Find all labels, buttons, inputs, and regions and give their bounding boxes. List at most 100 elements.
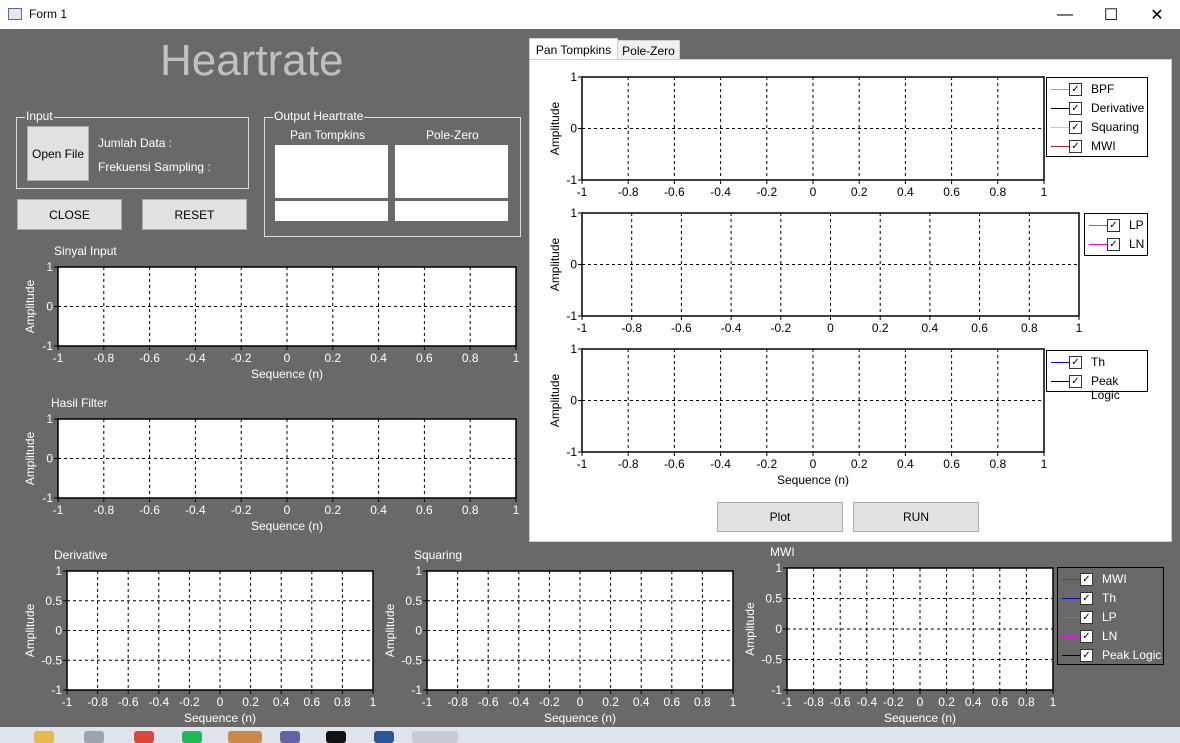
legend-checkbox[interactable]: ✓ [1069,102,1082,115]
legend-checkbox[interactable]: ✓ [1080,592,1093,605]
x-tick-label: 1 [370,695,377,709]
x-tick-label: 0.8 [989,457,1006,471]
teams-icon[interactable] [280,731,300,743]
legend-line-swatch [1051,381,1071,382]
minimize-button[interactable]: — [1042,0,1088,29]
tab-pan-tompkins[interactable]: Pan Tompkins [529,38,618,60]
legend-checkbox[interactable]: ✓ [1107,219,1120,232]
y-tick-label: 0 [55,624,62,638]
y-axis-label: Amplitude [383,604,397,658]
netflix-icon[interactable] [326,731,346,743]
legend-item[interactable]: ✓ Th [1058,589,1163,607]
x-tick-label: -0.4 [185,351,206,365]
legend-item[interactable]: ✓ Peak Logic [1058,646,1163,664]
legend-checkbox[interactable]: ✓ [1069,121,1082,134]
pan-tompkins-legend-2: ✓ LP ✓ LN [1084,213,1148,256]
y-tick-label: -0.5 [761,653,782,667]
output-group-title: Output Heartrate [273,109,365,123]
y-tick-label: 0 [46,300,53,314]
close-window-button[interactable]: ✕ [1134,0,1180,29]
x-tick-label: 0.8 [462,351,479,365]
legend-item[interactable]: ✓ MWI [1058,570,1163,588]
line-icon[interactable] [228,731,262,743]
legend-checkbox[interactable]: ✓ [1080,630,1093,643]
x-axis-label: Sequence (n) [184,711,256,725]
x-axis-label: Sequence (n) [251,367,323,381]
chrome-icon[interactable] [134,731,154,743]
x-tick-label: 0.4 [897,185,914,199]
legend-checkbox[interactable]: ✓ [1069,83,1082,96]
x-tick-label: -0.4 [185,503,206,517]
reset-button[interactable]: RESET [142,199,247,230]
x-tick-label: 0 [810,185,817,199]
y-tick-label: 1 [46,262,53,274]
legend-checkbox[interactable]: ✓ [1107,238,1120,251]
y-tick-label: 0.5 [765,592,782,606]
legend-checkbox[interactable]: ✓ [1080,649,1093,662]
legend-item[interactable]: ✓ LP [1085,216,1147,234]
legend-item[interactable]: ✓ MWI [1047,137,1147,155]
legend-line-swatch [1051,362,1071,363]
x-tick-label: -0.8 [618,185,639,199]
legend-item[interactable]: ✓ LP [1058,608,1163,626]
x-tick-label: 0.4 [897,457,914,471]
word-icon[interactable] [374,731,394,743]
x-tick-label: -0.4 [721,321,742,335]
legend-label: Peak Logic [1102,648,1162,662]
legend-checkbox[interactable]: ✓ [1069,356,1082,369]
legend-item[interactable]: ✓ Peak Logic [1047,372,1147,402]
y-tick-label: 1 [570,72,577,84]
x-axis-label: Sequence (n) [544,711,616,725]
x-tick-label: 1 [1076,321,1083,335]
file-explorer-icon[interactable] [34,731,54,743]
sinyal-input-title: Sinyal Input [54,244,117,258]
legend-label: MWI [1102,572,1127,586]
x-tick-label: -0.4 [856,695,877,709]
maximize-button[interactable]: ☐ [1088,0,1134,29]
legend-checkbox[interactable]: ✓ [1080,611,1093,624]
y-tick-label: -1 [411,683,422,697]
legend-item[interactable]: ✓ LN [1058,627,1163,645]
legend-item[interactable]: ✓ LN [1085,235,1147,253]
pan-tompkins-legend-1: ✓ BPF ✓ Derivative ✓ Squaring ✓ MWI [1046,77,1148,157]
app-icon [8,8,22,20]
open-file-button[interactable]: Open File [27,126,89,181]
pole-zero-output-field[interactable] [395,201,508,221]
app-icon-2[interactable] [84,731,104,743]
x-axis-label: Sequence (n) [777,473,849,487]
x-tick-label: -1 [62,695,73,709]
x-tick-label: -0.4 [508,695,529,709]
run-button[interactable]: RUN [853,502,979,532]
legend-item[interactable]: ✓ Th [1047,353,1147,371]
legend-line-swatch [1089,225,1109,226]
x-tick-label: -1 [53,351,64,365]
legend-line-swatch [1089,244,1109,245]
legend-label: LP [1102,610,1117,624]
legend-checkbox[interactable]: ✓ [1080,573,1093,586]
output-heartrate-group: Output Heartrate Pan Tompkins Pole-Zero [264,109,521,237]
pan-tompkins-tab-panel: -1 -0.8 -0.6 -0.4 -0.2 0 0.2 0.4 0.6 0.8 1 1 0 -1 Ampl… [529,59,1172,542]
legend-checkbox[interactable]: ✓ [1069,375,1082,388]
pan-tompkins-output-box [275,145,388,198]
y-tick-label: 1 [775,563,782,575]
pan-tompkins-output-field[interactable] [275,201,388,221]
x-tick-label: 0.6 [663,695,680,709]
x-tick-label: 0.2 [324,351,341,365]
legend-item[interactable]: ✓ Squaring [1047,118,1147,136]
legend-item[interactable]: ✓ Derivative [1047,99,1147,117]
legend-item[interactable]: ✓ BPF [1047,80,1147,98]
tab-pole-zero[interactable]: Pole-Zero [617,40,680,61]
legend-checkbox[interactable]: ✓ [1069,140,1082,153]
legend-label: LN [1129,237,1145,251]
plot-button[interactable]: Plot [717,502,843,532]
close-button[interactable]: CLOSE [17,199,122,230]
derivative-title: Derivative [54,548,108,562]
spotify-icon[interactable] [182,731,202,743]
x-tick-label: 0 [217,695,224,709]
x-tick-label: 0.2 [872,321,889,335]
x-tick-label: 0.2 [851,457,868,471]
form-app-taskbar-icon[interactable] [412,731,458,743]
legend-label: Th [1091,355,1106,369]
y-tick-label: 0 [46,452,53,466]
x-tick-label: 0.8 [1018,695,1035,709]
